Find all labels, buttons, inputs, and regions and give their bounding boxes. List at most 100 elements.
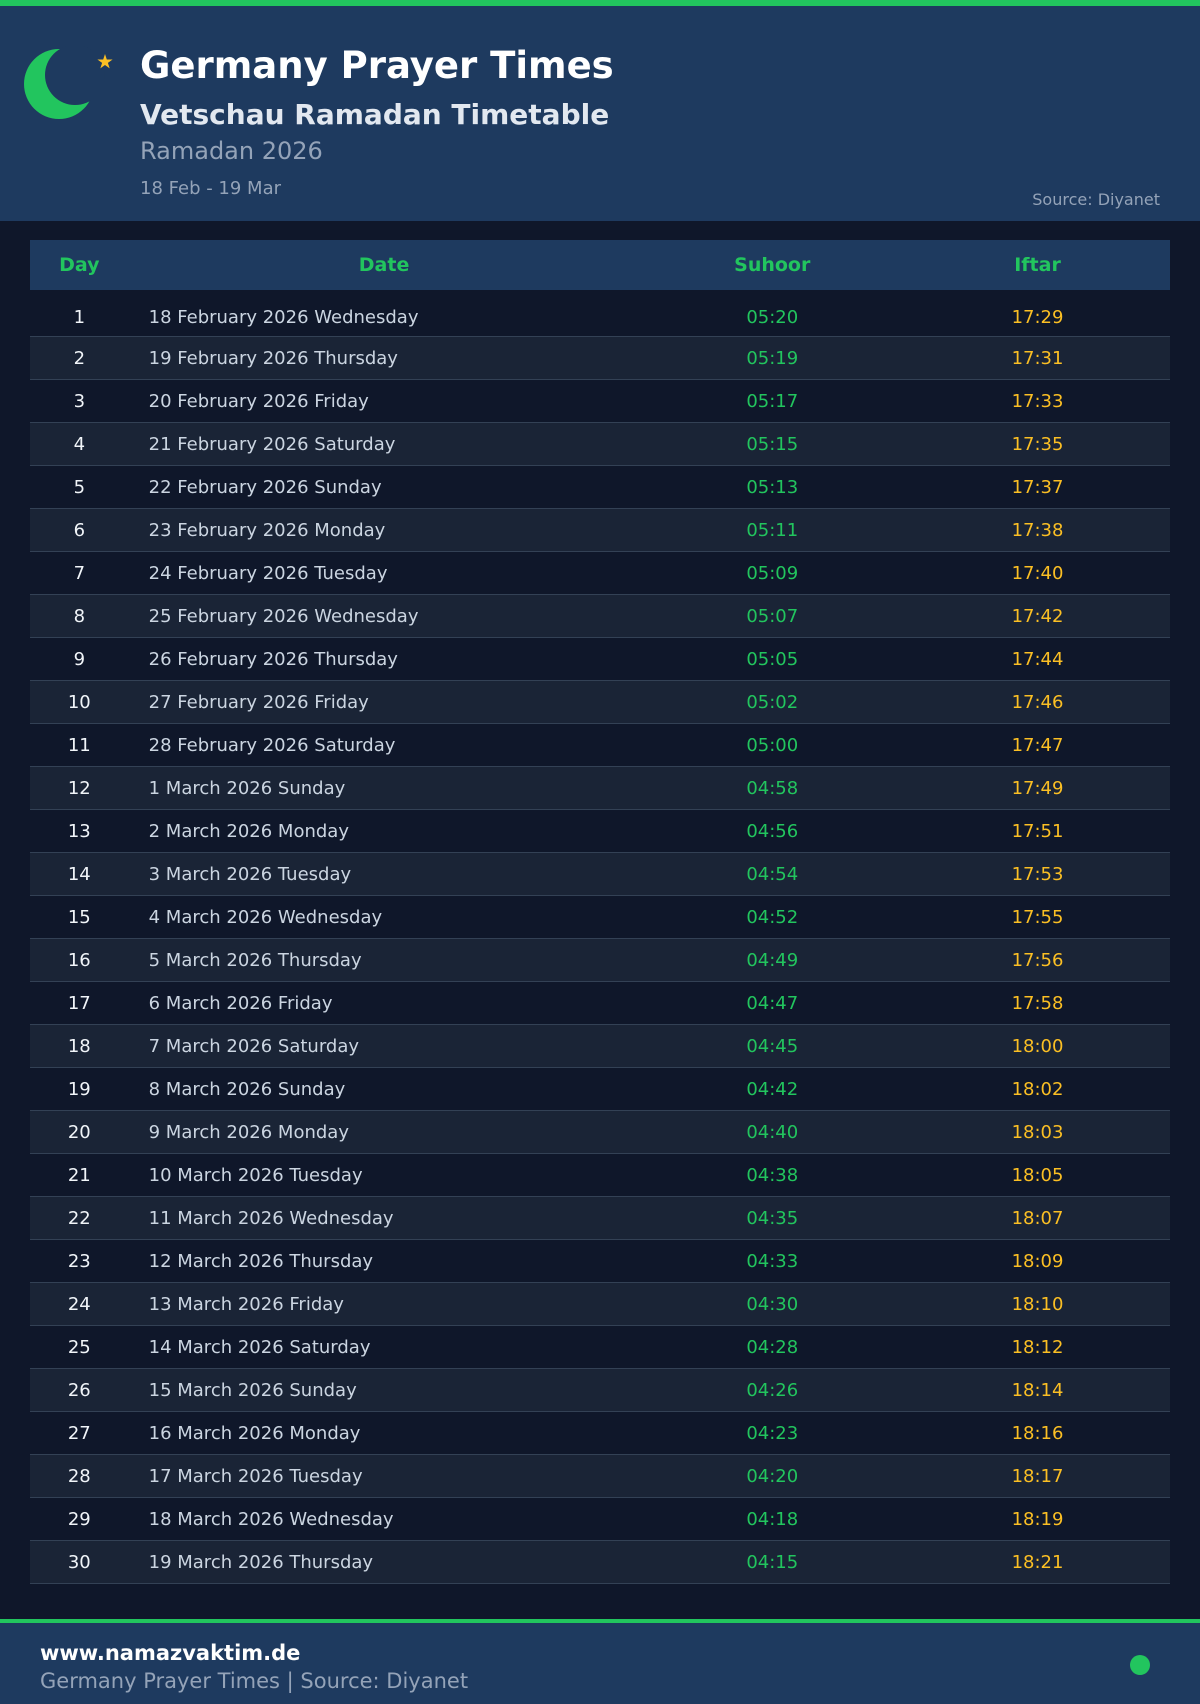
cell-date: 18 March 2026 Wednesday: [128, 1497, 640, 1541]
table-row: 24 13 March 2026 Friday 04:30 18:10: [30, 1282, 1170, 1326]
cell-day: 11: [30, 723, 129, 767]
table-row: 5 22 February 2026 Sunday 05:13 17:37: [30, 465, 1170, 509]
cell-date: 14 March 2026 Saturday: [128, 1325, 640, 1369]
cell-suhoor: 04:35: [639, 1196, 906, 1240]
table-row: 14 3 March 2026 Tuesday 04:54 17:53: [30, 852, 1170, 896]
table-row: 30 19 March 2026 Thursday 04:15 18:21: [30, 1540, 1170, 1584]
cell-day: 29: [30, 1497, 129, 1541]
table-row: 21 10 March 2026 Tuesday 04:38 18:05: [30, 1153, 1170, 1197]
cell-iftar: 17:33: [905, 379, 1170, 423]
cell-suhoor: 04:45: [639, 1024, 906, 1068]
cell-iftar: 17:38: [905, 508, 1170, 552]
table-header-row: Day Date Suhoor Iftar: [30, 240, 1170, 290]
cell-date: 2 March 2026 Monday: [128, 809, 640, 853]
cell-iftar: 17:31: [905, 336, 1170, 380]
cell-suhoor: 04:49: [639, 938, 906, 982]
table-row: 23 12 March 2026 Thursday 04:33 18:09: [30, 1239, 1170, 1283]
cell-iftar: 18:03: [905, 1110, 1170, 1154]
table-row: 20 9 March 2026 Monday 04:40 18:03: [30, 1110, 1170, 1154]
cell-date: 19 March 2026 Thursday: [128, 1540, 640, 1584]
table-row: 27 16 March 2026 Monday 04:23 18:16: [30, 1411, 1170, 1455]
table-row: 11 28 February 2026 Saturday 05:00 17:47: [30, 723, 1170, 767]
cell-date: 27 February 2026 Friday: [128, 680, 640, 724]
cell-suhoor: 05:13: [639, 465, 906, 509]
cell-day: 14: [30, 852, 129, 896]
cell-day: 25: [30, 1325, 129, 1369]
cell-iftar: 17:35: [905, 422, 1170, 466]
cell-iftar: 18:05: [905, 1153, 1170, 1197]
cell-day: 8: [30, 594, 129, 638]
date-range: 18 Feb - 19 Mar: [140, 178, 282, 199]
cell-iftar: 17:37: [905, 465, 1170, 509]
cell-date: 3 March 2026 Tuesday: [128, 852, 640, 896]
period-label: Ramadan 2026: [140, 137, 323, 165]
cell-date: 11 March 2026 Wednesday: [128, 1196, 640, 1240]
cell-iftar: 18:10: [905, 1282, 1170, 1326]
cell-iftar: 17:46: [905, 680, 1170, 724]
cell-day: 17: [30, 981, 129, 1025]
table-row: 3 20 February 2026 Friday 05:17 17:33: [30, 379, 1170, 423]
table-row: 4 21 February 2026 Saturday 05:15 17:35: [30, 422, 1170, 466]
cell-suhoor: 04:54: [639, 852, 906, 896]
cell-date: 16 March 2026 Monday: [128, 1411, 640, 1455]
cell-day: 26: [30, 1368, 129, 1412]
cell-suhoor: 05:09: [639, 551, 906, 595]
cell-iftar: 17:53: [905, 852, 1170, 896]
table-row: 26 15 March 2026 Sunday 04:26 18:14: [30, 1368, 1170, 1412]
table-row: 15 4 March 2026 Wednesday 04:52 17:55: [30, 895, 1170, 939]
cell-iftar: 17:55: [905, 895, 1170, 939]
table-row: 18 7 March 2026 Saturday 04:45 18:00: [30, 1024, 1170, 1068]
cell-date: 18 February 2026 Wednesday: [128, 290, 640, 337]
cell-day: 23: [30, 1239, 129, 1283]
cell-day: 2: [30, 336, 129, 380]
table-row: 29 18 March 2026 Wednesday 04:18 18:19: [30, 1497, 1170, 1541]
cell-iftar: 17:29: [905, 290, 1170, 337]
cell-day: 18: [30, 1024, 129, 1068]
cell-iftar: 18:12: [905, 1325, 1170, 1369]
cell-suhoor: 05:20: [639, 290, 906, 337]
cell-date: 23 February 2026 Monday: [128, 508, 640, 552]
cell-date: 12 March 2026 Thursday: [128, 1239, 640, 1283]
cell-day: 22: [30, 1196, 129, 1240]
cell-date: 25 February 2026 Wednesday: [128, 594, 640, 638]
page-header: Germany Prayer Times Vetschau Ramadan Ti…: [0, 6, 1200, 221]
cell-day: 15: [30, 895, 129, 939]
cell-suhoor: 05:17: [639, 379, 906, 423]
header-iftar: Iftar: [905, 240, 1170, 290]
cell-suhoor: 04:30: [639, 1282, 906, 1326]
cell-suhoor: 04:15: [639, 1540, 906, 1584]
cell-day: 9: [30, 637, 129, 681]
cell-iftar: 18:16: [905, 1411, 1170, 1455]
table-row: 13 2 March 2026 Monday 04:56 17:51: [30, 809, 1170, 853]
cell-iftar: 17:51: [905, 809, 1170, 853]
table-row: 10 27 February 2026 Friday 05:02 17:46: [30, 680, 1170, 724]
cell-iftar: 17:40: [905, 551, 1170, 595]
cell-iftar: 18:19: [905, 1497, 1170, 1541]
table-row: 25 14 March 2026 Saturday 04:28 18:12: [30, 1325, 1170, 1369]
cell-suhoor: 04:52: [639, 895, 906, 939]
cell-iftar: 17:56: [905, 938, 1170, 982]
table-row: 16 5 March 2026 Thursday 04:49 17:56: [30, 938, 1170, 982]
cell-day: 21: [30, 1153, 129, 1197]
cell-day: 30: [30, 1540, 129, 1584]
cell-date: 28 February 2026 Saturday: [128, 723, 640, 767]
cell-iftar: 18:02: [905, 1067, 1170, 1111]
cell-suhoor: 05:02: [639, 680, 906, 724]
cell-suhoor: 05:11: [639, 508, 906, 552]
cell-suhoor: 04:42: [639, 1067, 906, 1111]
cell-date: 22 February 2026 Sunday: [128, 465, 640, 509]
cell-iftar: 18:07: [905, 1196, 1170, 1240]
cell-date: 7 March 2026 Saturday: [128, 1024, 640, 1068]
cell-suhoor: 05:07: [639, 594, 906, 638]
footer-note: Germany Prayer Times | Source: Diyanet: [40, 1669, 469, 1693]
timetable: Day Date Suhoor Iftar 1 18 February 2026 …: [30, 240, 1170, 1584]
cell-iftar: 18:14: [905, 1368, 1170, 1412]
cell-day: 28: [30, 1454, 129, 1498]
cell-day: 6: [30, 508, 129, 552]
cell-day: 5: [30, 465, 129, 509]
status-dot-icon: [1130, 1655, 1150, 1675]
cell-date: 17 March 2026 Tuesday: [128, 1454, 640, 1498]
header-day: Day: [30, 240, 129, 290]
page-title: Germany Prayer Times: [140, 44, 614, 87]
footer-website-link[interactable]: www.namazvaktim.de: [40, 1641, 300, 1665]
